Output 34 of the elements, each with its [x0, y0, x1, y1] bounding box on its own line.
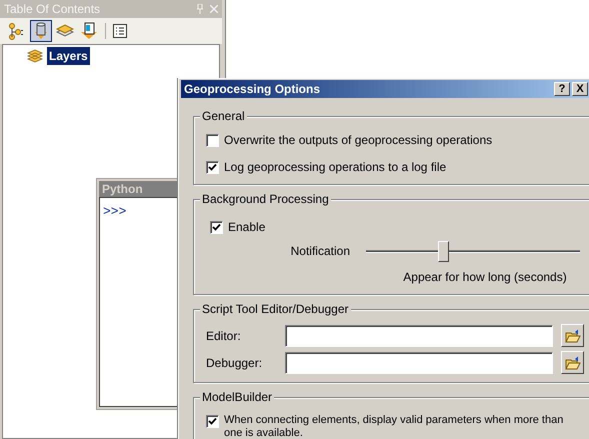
group-title: Background Processing	[200, 192, 331, 206]
checkbox-label: Enable	[228, 219, 266, 236]
console-prompt: >>>	[103, 204, 126, 219]
slider-label: Notification	[290, 243, 351, 260]
checkbox-label: Overwrite the outputs of geoprocessing operations	[224, 132, 492, 149]
checkbox-label: Log geoprocessing operations to a log file	[224, 159, 446, 176]
group-title: General	[200, 109, 247, 123]
group-title: Script Tool Editor/Debugger	[200, 302, 351, 316]
browse-button[interactable]	[561, 324, 584, 347]
checkbox-label: When connecting elements, display valid parameters when more than one is available.	[224, 414, 564, 439]
path-field[interactable]	[285, 352, 553, 374]
group-title: ModelBuilder	[200, 390, 274, 404]
close-button[interactable]: X	[572, 82, 588, 96]
window-title: Python	[102, 181, 143, 198]
help-button[interactable]: ?	[554, 82, 570, 96]
path-field[interactable]	[285, 324, 553, 346]
checkbox[interactable]	[206, 160, 219, 174]
slider-thumb[interactable]	[438, 240, 450, 262]
slider-caption: Appear for how long (seconds)	[403, 269, 567, 286]
toolbar-button[interactable]	[30, 20, 52, 42]
checkbox[interactable]	[206, 134, 219, 146]
options-list-icon	[112, 23, 128, 39]
database-icon	[32, 22, 50, 40]
panel-title: Table Of Contents	[4, 1, 100, 18]
tree-item[interactable]: Layers	[47, 47, 90, 65]
checkbox[interactable]	[206, 415, 219, 428]
browse-button[interactable]	[561, 351, 584, 374]
open-folder-icon	[564, 328, 580, 342]
checkbox[interactable]	[210, 220, 223, 234]
layer-selection-icon	[80, 22, 98, 40]
dialog-title: Geoprocessing Options	[184, 81, 320, 98]
layers-stack-icon	[27, 49, 43, 63]
open-folder-icon	[564, 356, 580, 370]
tree-icon	[8, 22, 26, 40]
